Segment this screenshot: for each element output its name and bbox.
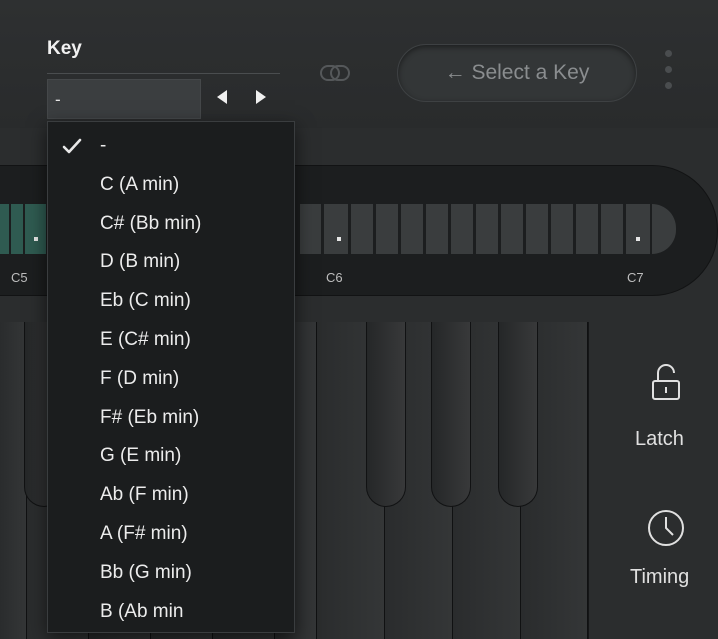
- key-option[interactable]: Ab (F min): [48, 476, 294, 514]
- note-pad[interactable]: [324, 204, 348, 254]
- checkmark-icon: [62, 138, 82, 154]
- dot-icon: [664, 82, 672, 89]
- dot-icon: [664, 66, 672, 73]
- key-option-label: F# (Eb min): [100, 406, 200, 428]
- key-option-label: E (C# min): [100, 329, 191, 350]
- octave-label-c7: C7: [627, 270, 644, 285]
- note-pad[interactable]: [0, 204, 9, 254]
- key-option[interactable]: D (B min): [48, 243, 294, 281]
- key-divider: [47, 73, 280, 74]
- black-key[interactable]: [431, 322, 471, 507]
- key-option-label: -: [100, 135, 107, 156]
- note-pad[interactable]: [300, 204, 321, 254]
- key-option-label: B (Ab min: [100, 600, 184, 622]
- more-options-button[interactable]: [662, 50, 674, 96]
- note-pad[interactable]: [426, 204, 448, 254]
- note-pad[interactable]: [25, 204, 46, 254]
- black-key[interactable]: [498, 322, 538, 507]
- note-pad[interactable]: [576, 204, 598, 254]
- key-option[interactable]: F# (Eb min): [48, 399, 294, 437]
- note-pad[interactable]: [476, 204, 498, 254]
- key-option-label: D (B min): [100, 251, 181, 273]
- note-pad[interactable]: [401, 204, 423, 254]
- key-option-label: Ab (F min): [100, 484, 189, 506]
- timing-label: Timing: [630, 566, 690, 588]
- octave-label-c5: C5: [11, 270, 28, 285]
- key-option[interactable]: A (F# min): [48, 515, 294, 553]
- key-option[interactable]: B (Ab min: [48, 593, 294, 631]
- key-dropdown-menu: - C (A min) C# (Bb min) D (B min) Eb (C min)…: [47, 121, 295, 633]
- key-option[interactable]: F (D min): [48, 360, 294, 398]
- caret-right-icon: [256, 90, 266, 104]
- note-pad[interactable]: [351, 204, 373, 254]
- key-option[interactable]: -: [48, 127, 294, 165]
- key-option[interactable]: Bb (G min): [48, 554, 294, 592]
- key-option-label: C# (Bb min): [100, 212, 202, 234]
- octave-marker: [34, 237, 38, 241]
- key-option-label: G (E min): [100, 445, 182, 467]
- key-option-label: Bb (G min): [100, 561, 192, 583]
- key-option[interactable]: Eb (C min): [48, 282, 294, 320]
- note-pad[interactable]: [451, 204, 473, 254]
- octave-marker: [337, 237, 341, 241]
- octave-label-c6: C6: [326, 270, 343, 285]
- unlock-icon: [652, 364, 680, 400]
- key-option[interactable]: E (C# min): [48, 321, 294, 359]
- clock-icon: [648, 510, 684, 546]
- latch-label: Latch: [635, 428, 684, 450]
- key-option[interactable]: C# (Bb min): [48, 205, 294, 243]
- black-key[interactable]: [366, 322, 406, 507]
- note-pad[interactable]: [551, 204, 573, 254]
- key-label: Key: [47, 38, 82, 59]
- caret-left-icon: [217, 90, 227, 104]
- key-option[interactable]: C (A min): [48, 166, 294, 204]
- select-a-key-button[interactable]: ← Select a Key: [397, 44, 637, 102]
- key-option-label: Eb (C min): [100, 290, 191, 312]
- key-option-label: F (D min): [100, 367, 180, 389]
- previous-key-button[interactable]: [211, 86, 233, 108]
- key-select-value: -: [55, 90, 61, 109]
- note-pad[interactable]: [626, 204, 650, 254]
- dot-icon: [664, 50, 672, 57]
- link-toggle[interactable]: [318, 60, 352, 88]
- link-icon: [320, 65, 350, 81]
- octave-marker: [636, 237, 640, 241]
- next-key-button[interactable]: [250, 86, 272, 108]
- white-key[interactable]: [0, 322, 27, 639]
- key-option-label: A (F# min): [100, 523, 188, 544]
- note-pad[interactable]: [376, 204, 398, 254]
- key-option-label: C (A min): [100, 173, 180, 195]
- note-pad[interactable]: [601, 204, 623, 254]
- key-select[interactable]: -: [47, 79, 201, 119]
- key-option[interactable]: G (E min): [48, 437, 294, 475]
- note-pad[interactable]: [526, 204, 548, 254]
- note-pad[interactable]: [501, 204, 523, 254]
- note-pad[interactable]: [11, 204, 23, 254]
